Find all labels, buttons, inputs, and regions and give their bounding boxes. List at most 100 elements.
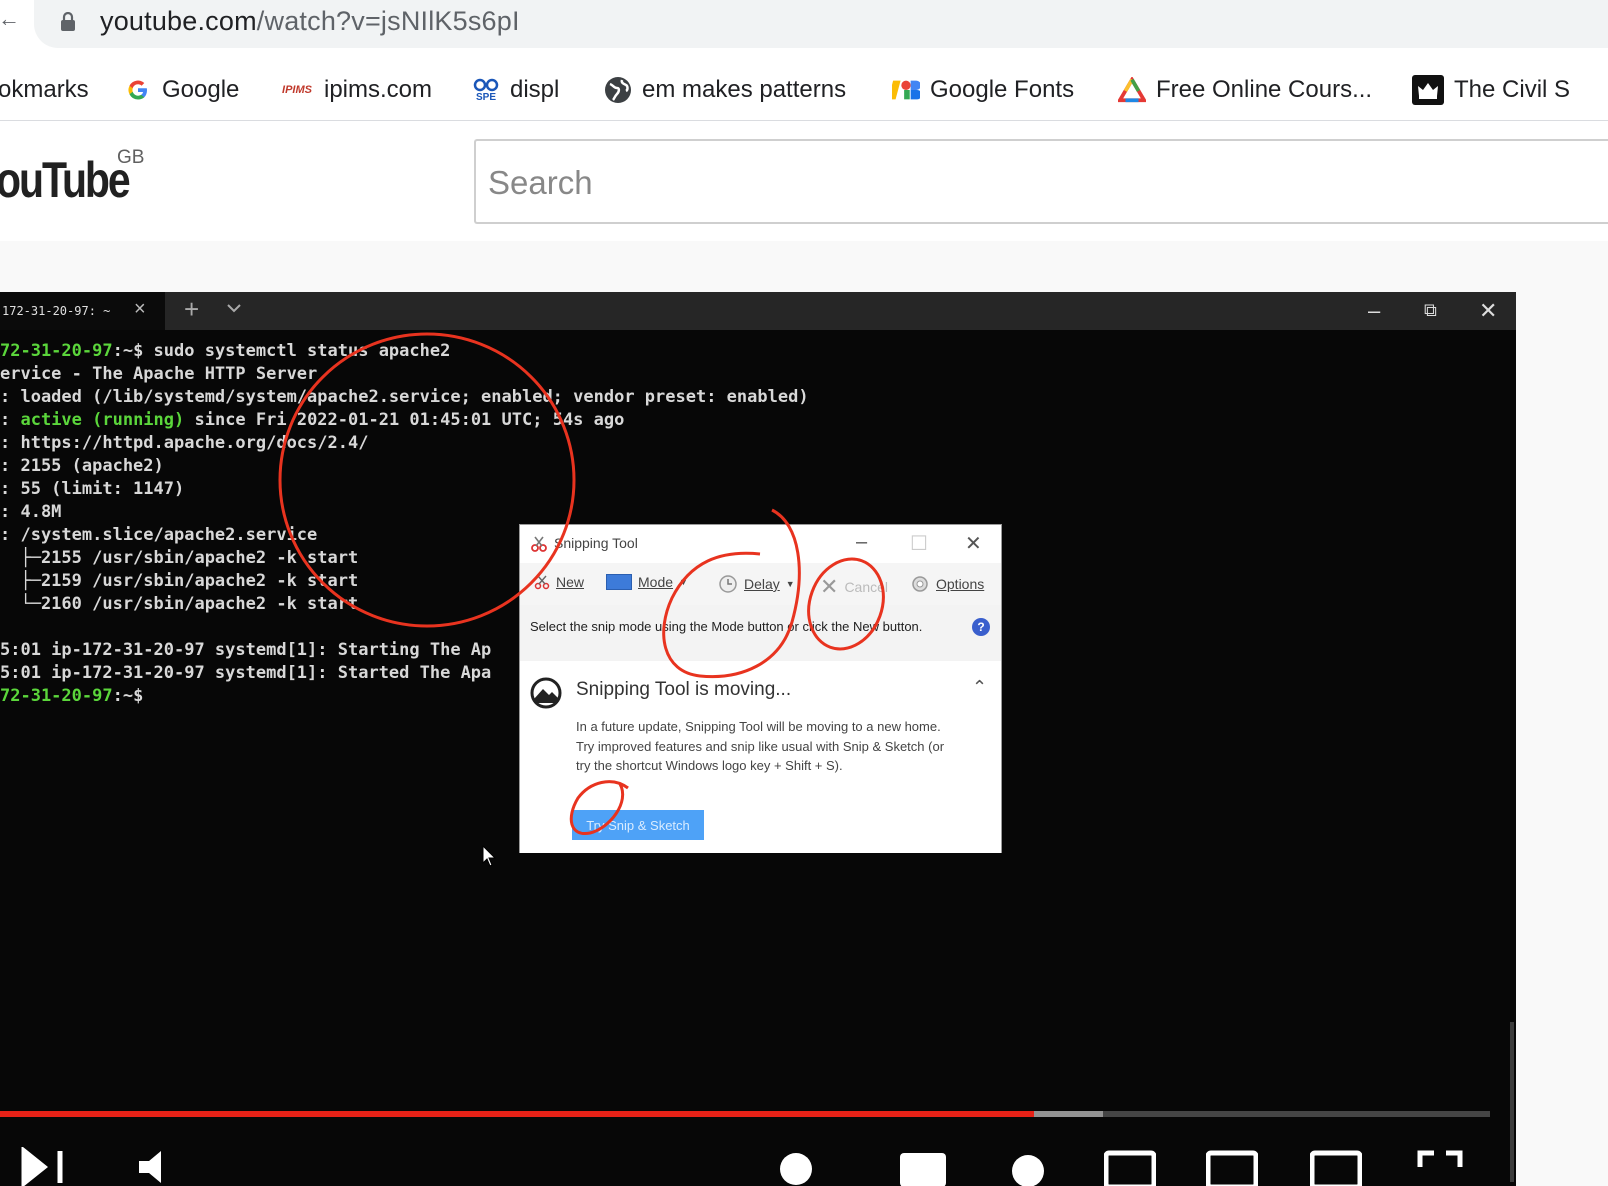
progress-played [0, 1111, 1035, 1117]
bookmark-free-online-courses[interactable]: Free Online Cours... [1118, 70, 1372, 110]
terminal-text: ├─2155 /usr/sbin/apache2 -k start [0, 548, 359, 568]
terminal-line: : 55 (limit: 1147) [0, 478, 809, 501]
bookmark-google[interactable]: Google [124, 70, 239, 110]
snipping-tool-toolbar: New Mode ▼ Delay ▼ ✕ Cancel Options [520, 563, 1001, 605]
mode-button[interactable]: Mode ▼ [606, 574, 688, 590]
bookmark-google-fonts[interactable]: Google Fonts [892, 70, 1074, 110]
ipims-icon: IPIMS [282, 84, 312, 96]
miniplayer-icon[interactable] [1104, 1147, 1156, 1186]
minimize-icon[interactable]: – [856, 531, 867, 554]
cancel-label: Cancel [844, 579, 889, 595]
video-player[interactable]: 172-31-20-97: ~ × + – ⧉ ✕ 72-31-20-97:~$… [0, 292, 1516, 1186]
settings-gear-icon[interactable] [1002, 1147, 1054, 1186]
snipping-tool-title-bar: Snipping Tool – ☐ ✕ [520, 525, 1001, 563]
terminal-text: 5:01 ip-172-31-20-97 systemd[1]: Started… [0, 663, 492, 683]
bookmark-displ[interactable]: SPE displ [472, 70, 559, 110]
delay-label: Delay [744, 576, 780, 592]
terminal-text: : [0, 410, 21, 430]
dropdown-arrow-icon: ▼ [785, 579, 795, 589]
terminal-text: 72-31-20-97 [0, 686, 113, 706]
chevron-down-icon[interactable] [226, 300, 242, 316]
next-icon[interactable] [20, 1147, 72, 1186]
courses-icon [1118, 76, 1146, 104]
terminal-text: ervice - The Apache HTTP Server [0, 364, 318, 384]
try-snip-sketch-button[interactable]: Try Snip & Sketch [572, 810, 704, 840]
terminal-text: 5:01 ip-172-31-20-97 systemd[1]: Startin… [0, 640, 492, 660]
terminal-line: : active (running) since Fri 2022-01-21 … [0, 409, 809, 432]
terminal-line: : loaded (/lib/systemd/system/apache2.se… [0, 386, 809, 409]
bookmarks-bar: okmarks Google IPIMS ipims.com SPE displ… [0, 60, 1608, 121]
new-tab-icon[interactable]: + [184, 294, 199, 325]
scissors-icon [534, 575, 550, 590]
google-icon [124, 76, 152, 104]
bookmark-em-makes-patterns[interactable]: em makes patterns [604, 70, 846, 110]
crown-icon [1412, 75, 1444, 105]
moving-notice-title: Snipping Tool is moving... [576, 679, 792, 700]
terminal-text: since Fri 2022-01-21 01:45:01 UTC; 54s a… [184, 410, 625, 430]
progress-bar[interactable] [0, 1111, 1490, 1117]
terminal-text: : 55 (limit: 1147) [0, 479, 185, 499]
terminal-text: : 4.8M [0, 502, 62, 522]
chevron-up-icon[interactable]: ⌃ [972, 677, 987, 698]
url-text[interactable]: youtube.com/watch?v=jsNIlK5s6pI [100, 6, 520, 37]
mode-icon [606, 574, 632, 590]
clock-icon [719, 575, 737, 593]
terminal-text: └─2160 /usr/sbin/apache2 -k start [0, 594, 359, 614]
cast-icon[interactable] [1310, 1147, 1362, 1186]
new-button[interactable]: New [534, 574, 584, 590]
fullscreen-icon[interactable] [1416, 1147, 1468, 1186]
delay-button[interactable]: Delay ▼ [718, 574, 795, 594]
gear-icon [912, 576, 928, 592]
scissors-icon [531, 536, 547, 552]
lock-icon [61, 12, 75, 31]
url-host: youtube.com [100, 6, 257, 36]
bookmark-label: Free Online Cours... [1156, 76, 1373, 103]
terminal-tab-title: 172-31-20-97: ~ [2, 304, 111, 318]
search-box[interactable] [474, 139, 1608, 224]
search-input[interactable] [488, 161, 1488, 205]
mouse-cursor-icon [482, 845, 497, 867]
terminal-line: : https://httpd.apache.org/docs/2.4/ [0, 432, 809, 455]
autoplay-toggle-icon[interactable] [772, 1147, 824, 1186]
bookmark-all-bookmarks[interactable]: okmarks [0, 70, 89, 110]
snipping-tool-title: Snipping Tool [554, 535, 638, 551]
vertical-divider [1510, 1022, 1514, 1182]
new-label: New [556, 574, 585, 590]
close-tab-icon[interactable]: × [134, 298, 146, 321]
terminal-text: : 2155 (apache2) [0, 456, 164, 476]
terminal-text: :~$ [112, 686, 144, 706]
globe-icon [604, 76, 632, 104]
bookmark-ipims[interactable]: IPIMS ipims.com [280, 70, 432, 110]
help-icon[interactable]: ? [972, 618, 990, 636]
snipping-tool-window: Snipping Tool – ☐ ✕ New Mode ▼ Delay ▼ ✕ [519, 524, 1002, 853]
minimize-icon[interactable]: – [1368, 298, 1380, 324]
options-button[interactable]: Options [910, 574, 984, 594]
bookmark-label: em makes patterns [642, 76, 847, 103]
theater-mode-icon[interactable] [1206, 1147, 1258, 1186]
bookmark-the-civil-s[interactable]: The Civil S [1412, 70, 1570, 110]
terminal-line: ervice - The Apache HTTP Server [0, 363, 809, 386]
spe-icon: SPE [472, 76, 500, 104]
moving-notice-panel: Snipping Tool is moving... ⌃ In a future… [520, 661, 1001, 853]
terminal-line: 72-31-20-97:~$ sudo systemctl status apa… [0, 340, 809, 363]
restore-icon[interactable]: ⧉ [1424, 300, 1437, 321]
google-fonts-icon [892, 76, 920, 104]
bookmark-label: The Civil S [1454, 76, 1571, 103]
snip-sketch-icon [530, 677, 562, 709]
snip-hint-text: Select the snip mode using the Mode butt… [530, 619, 923, 634]
terminal-text: 72-31-20-97 [0, 341, 113, 361]
youtube-logo[interactable]: ouTube [0, 151, 131, 209]
bookmark-label: ipims.com [324, 76, 433, 103]
country-code: GB [117, 147, 145, 168]
terminal-text: :~$ sudo systemctl status apache2 [112, 341, 451, 361]
cancel-button: ✕ Cancel [820, 574, 888, 600]
bookmark-label: Google [162, 76, 240, 103]
subtitles-icon[interactable] [898, 1147, 950, 1186]
terminal-text: ├─2159 /usr/sbin/apache2 -k start [0, 571, 359, 591]
close-icon[interactable]: ✕ [965, 531, 982, 556]
close-icon[interactable]: ✕ [1479, 298, 1497, 324]
back-arrow-icon[interactable]: ← [0, 6, 20, 32]
volume-icon[interactable] [135, 1147, 187, 1186]
terminal-line: : 4.8M [0, 501, 809, 524]
